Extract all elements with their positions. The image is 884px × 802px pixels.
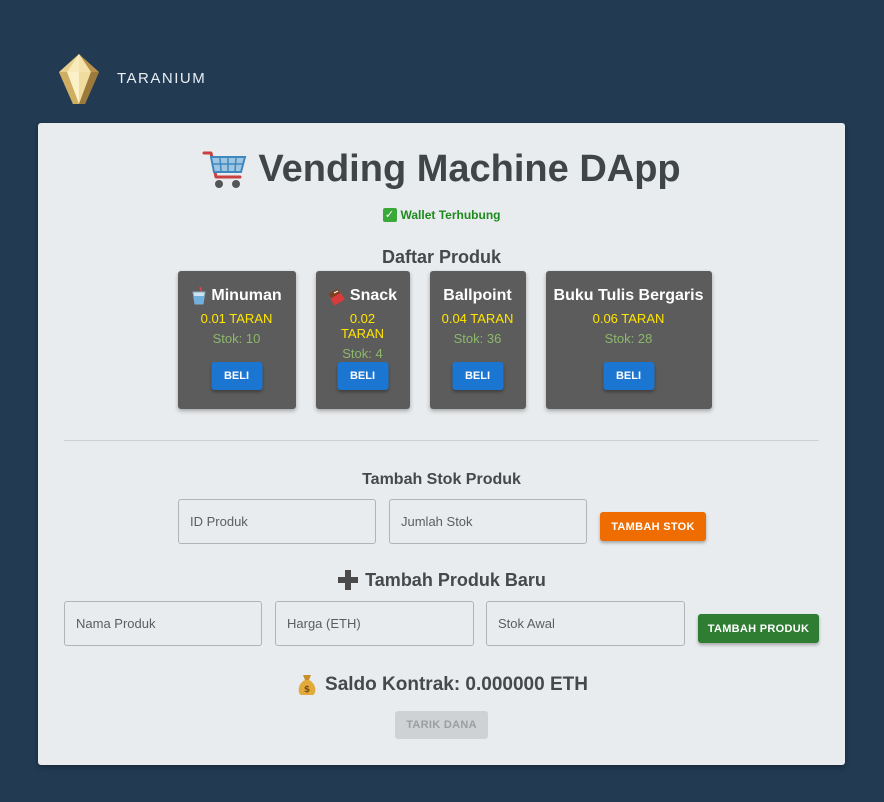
- product-name-input[interactable]: [64, 601, 262, 646]
- product-name: Ballpoint: [443, 287, 512, 304]
- product-card: Buku Tulis Bergaris 0.06 TARAN Stok: 28 …: [545, 271, 712, 409]
- wallet-status: ✓ Wallet Terhubung: [38, 208, 845, 222]
- initial-stock-input[interactable]: [486, 601, 685, 646]
- product-card: Ballpoint 0.04 TARAN Stok: 36 BELI: [429, 271, 526, 409]
- product-list: Minuman 0.01 TARAN Stok: 10 BELI Snack 0…: [38, 271, 845, 409]
- add-stock-button[interactable]: TAMBAH STOK: [600, 512, 706, 541]
- plus-icon: [338, 570, 359, 590]
- product-price: 0.06 TARAN: [592, 311, 665, 326]
- product-name: Snack: [349, 287, 398, 304]
- buy-button[interactable]: BELI: [452, 362, 503, 390]
- brand-name: TARANIUM: [117, 69, 207, 87]
- buy-button[interactable]: BELI: [337, 362, 388, 390]
- section-divider: [64, 440, 819, 441]
- products-heading: Daftar Produk: [381, 247, 502, 267]
- page-title: Vending Machine DApp: [38, 147, 845, 191]
- stock-quantity-input[interactable]: [389, 499, 587, 544]
- svg-text:$: $: [304, 685, 310, 695]
- product-stock: Stok: 10: [212, 331, 261, 346]
- product-name: Minuman: [211, 287, 282, 304]
- main-card: Vending Machine DApp ✓ Wallet Terhubung …: [38, 123, 845, 765]
- product-id-input[interactable]: [178, 499, 376, 544]
- brand-logo: TARANIUM: [55, 52, 206, 106]
- contract-balance: $ Saldo Kontrak: 0.000000 ETH: [38, 673, 845, 697]
- money-bag-icon: $: [298, 675, 316, 695]
- product-name: Buku Tulis Bergaris: [553, 287, 704, 304]
- product-price-input[interactable]: [275, 601, 474, 646]
- product-stock: Stok: 4: [342, 346, 383, 361]
- product-price: 0.04 TARAN: [441, 311, 514, 326]
- page-title-text: Vending Machine DApp: [258, 147, 681, 190]
- restock-heading: Tambah Stok Produk: [362, 471, 521, 488]
- contract-balance-text: Saldo Kontrak: 0.000000 ETH: [325, 674, 588, 695]
- chocolate-icon: [328, 288, 345, 305]
- withdraw-button[interactable]: TARIK DANA: [395, 711, 488, 739]
- check-mark-icon: ✓: [382, 208, 397, 222]
- product-stock: Stok: 36: [453, 331, 502, 346]
- product-card: Snack 0.02 TARAN Stok: 4 BELI: [315, 271, 410, 409]
- product-stock: Stok: 28: [604, 331, 653, 346]
- add-product-button[interactable]: TAMBAH PRODUK: [698, 614, 819, 643]
- product-card: Minuman 0.01 TARAN Stok: 10 BELI: [177, 271, 296, 409]
- buy-button[interactable]: BELI: [603, 362, 654, 390]
- product-price: 0.01 TARAN: [200, 311, 273, 326]
- add-product-heading-text: Tambah Produk Baru: [365, 569, 546, 590]
- shopping-cart-icon: [202, 151, 247, 188]
- add-product-heading: Tambah Produk Baru: [38, 569, 845, 591]
- product-price: 0.02 TARAN: [340, 311, 385, 341]
- buy-button[interactable]: BELI: [211, 362, 262, 390]
- cup-icon: [192, 287, 206, 305]
- wallet-status-text: Wallet Terhubung: [400, 208, 501, 222]
- diamond-logo-icon: [59, 54, 99, 104]
